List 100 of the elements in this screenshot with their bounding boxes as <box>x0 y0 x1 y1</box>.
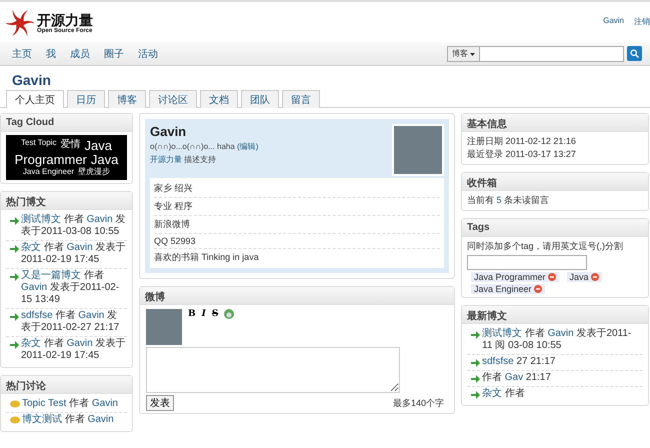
post-icon <box>10 340 19 350</box>
profile-field: 家乡 绍兴 <box>154 180 440 198</box>
logo-title: 开源力量 <box>37 12 93 28</box>
tag-chip: Java <box>566 272 602 282</box>
post-entry: sdfsfse 作者 Gavin 发表于2011-02-27 21:17 <box>21 310 120 334</box>
nav-link[interactable]: 活动 <box>138 46 158 60</box>
search-button[interactable] <box>627 46 642 61</box>
post-link[interactable]: Topic Test <box>22 398 66 410</box>
panel-title: 最新博文 <box>462 306 648 324</box>
author-link[interactable]: Gavin <box>21 282 48 294</box>
profile-name: Gavin <box>150 124 188 139</box>
post-entry: Topic Test 作者 Gavin <box>22 398 118 410</box>
tag-chip: Java Engineer <box>471 284 545 294</box>
panel-title: 基本信息 <box>462 114 648 132</box>
cloud-tag[interactable]: Test Topic <box>21 139 56 154</box>
post-icon <box>10 244 19 254</box>
motto-text: o(∩∩)o...o(∩∩)o... haha (编辑) <box>150 141 258 152</box>
post-entry: 杂文 作者 Gavin 发表于2011-02-19 17:45 <box>21 242 126 266</box>
panel-title: 微博 <box>140 287 454 305</box>
post-icon <box>10 216 19 226</box>
post-icon <box>10 312 19 322</box>
user-link[interactable]: 注销 <box>634 16 650 27</box>
cloud-tag[interactable]: Java <box>84 139 112 154</box>
profile-field: 新浪微博 <box>154 216 440 234</box>
panel-title: 收件箱 <box>462 173 648 191</box>
format-button[interactable]: B <box>188 309 196 319</box>
post-entry: 杂文 作者 Gavin 发表于2011-02-19 17:45 <box>21 338 126 362</box>
post-icon <box>471 330 480 340</box>
unread-count-link[interactable]: 5 <box>496 195 502 205</box>
description-text: 开源力量 描述支持 <box>150 154 218 165</box>
author-link[interactable]: Gavin <box>92 398 118 410</box>
post-entry: 测试博文 作者 Gavin 发表于2011- 11 阅 03-08 10:55 <box>482 328 632 352</box>
profile-field: QQ 52993 <box>154 234 440 249</box>
post-entry: 作者 Gav 21:17 <box>482 372 551 384</box>
tab[interactable]: 日历 <box>67 90 105 108</box>
post-link[interactable]: 杂文 <box>21 242 41 254</box>
tab[interactable]: 文档 <box>200 90 238 108</box>
author-link[interactable]: Gavin <box>78 310 104 322</box>
post-link[interactable]: 测试博文 <box>21 214 61 226</box>
tag-chip: Java Programmer <box>471 272 559 282</box>
nav-link[interactable]: 主页 <box>12 46 32 60</box>
char-limit-text: 最多140个字 <box>392 396 445 410</box>
post-link[interactable]: sdfsfse <box>482 356 514 367</box>
author-link[interactable]: Gavin <box>66 242 93 254</box>
remove-icon[interactable] <box>534 285 542 293</box>
search-scope-dropdown[interactable]: 博客 <box>446 46 480 62</box>
info-row-text: 注册日期 2011-02-12 21:16 <box>467 135 577 148</box>
post-link[interactable]: sdfsfse <box>21 310 53 322</box>
user-link[interactable]: Gavin <box>603 16 624 27</box>
post-entry: 测试博文 作者 Gavin 发表于2011-03-08 10:55 <box>21 214 126 238</box>
edit-link[interactable]: (编辑) <box>237 142 258 151</box>
cloud-tag[interactable]: 壁虎漫步 <box>78 168 110 176</box>
format-button[interactable]: S <box>212 309 218 319</box>
tags-hint: 同时添加多个tag，请用英文逗号(,)分割 <box>467 240 624 253</box>
search-field[interactable] <box>480 46 624 62</box>
author-link[interactable]: Gavin <box>548 328 574 339</box>
post-link[interactable]: 杂文 <box>21 338 41 350</box>
tab[interactable]: 讨论区 <box>149 90 197 108</box>
cloud-tag[interactable]: 爱情 <box>60 139 80 154</box>
post-entry: 博文测试 作者 Gavin <box>22 414 114 426</box>
remove-icon[interactable] <box>590 273 599 281</box>
cloud-tag[interactable]: Programmer <box>14 153 87 168</box>
format-button[interactable]: I <box>202 309 206 319</box>
nav-link[interactable]: 我 <box>46 46 56 60</box>
tab[interactable]: 留言 <box>282 90 320 108</box>
post-entry: sdfsfse 27 21:17 <box>482 356 556 368</box>
submit-button[interactable]: 发表 <box>146 395 174 411</box>
tab[interactable]: 团队 <box>241 90 279 108</box>
author-link[interactable]: Gavin <box>86 214 113 226</box>
cloud-tag[interactable]: Java <box>90 153 118 168</box>
post-entry: 又是一篇博文 作者 Gavin 发表于2011-02-15 13:49 <box>21 270 120 306</box>
post-link[interactable]: 博文测试 <box>22 414 62 426</box>
info-row-text: 最近登录 2011-03-17 13:27 <box>467 148 577 161</box>
nav-link[interactable]: 圈子 <box>104 46 124 60</box>
post-link[interactable]: 又是一篇博文 <box>21 270 81 282</box>
author-link[interactable]: Gavin <box>88 414 114 426</box>
post-icon <box>10 272 19 282</box>
emoticon-icon[interactable] <box>224 309 234 319</box>
tag-input-field[interactable] <box>467 255 587 270</box>
post-link[interactable]: 测试博文 <box>482 328 522 339</box>
panel-title: 热门讨论 <box>1 376 132 394</box>
inbox-text: 当前有 5 条未读留言 <box>467 195 550 205</box>
caret-icon <box>470 53 475 56</box>
site-link[interactable]: 开源力量 <box>150 155 182 164</box>
cloud-tag[interactable]: Java Engineer <box>22 168 74 176</box>
author-link[interactable]: Gavin <box>66 338 93 350</box>
panel-title: 热门博文 <box>1 192 132 210</box>
tab[interactable]: 个人主页 <box>6 90 64 108</box>
profile-field: 喜欢的书籍 Tinking in java <box>154 249 440 266</box>
post-entry: 杂文 作者 <box>482 388 525 400</box>
panel-title: Tag Cloud <box>1 114 132 132</box>
profile-field: 专业 程序 <box>154 198 440 216</box>
remove-icon[interactable] <box>548 273 556 281</box>
tab[interactable]: 博客 <box>108 90 146 108</box>
microblog-input[interactable] <box>146 347 400 393</box>
photo-placeholder <box>392 124 444 176</box>
post-link[interactable]: 杂文 <box>482 388 502 399</box>
author-link[interactable]: Gav <box>504 372 524 383</box>
panel-title: Tags <box>462 219 648 237</box>
nav-link[interactable]: 成员 <box>70 46 90 60</box>
